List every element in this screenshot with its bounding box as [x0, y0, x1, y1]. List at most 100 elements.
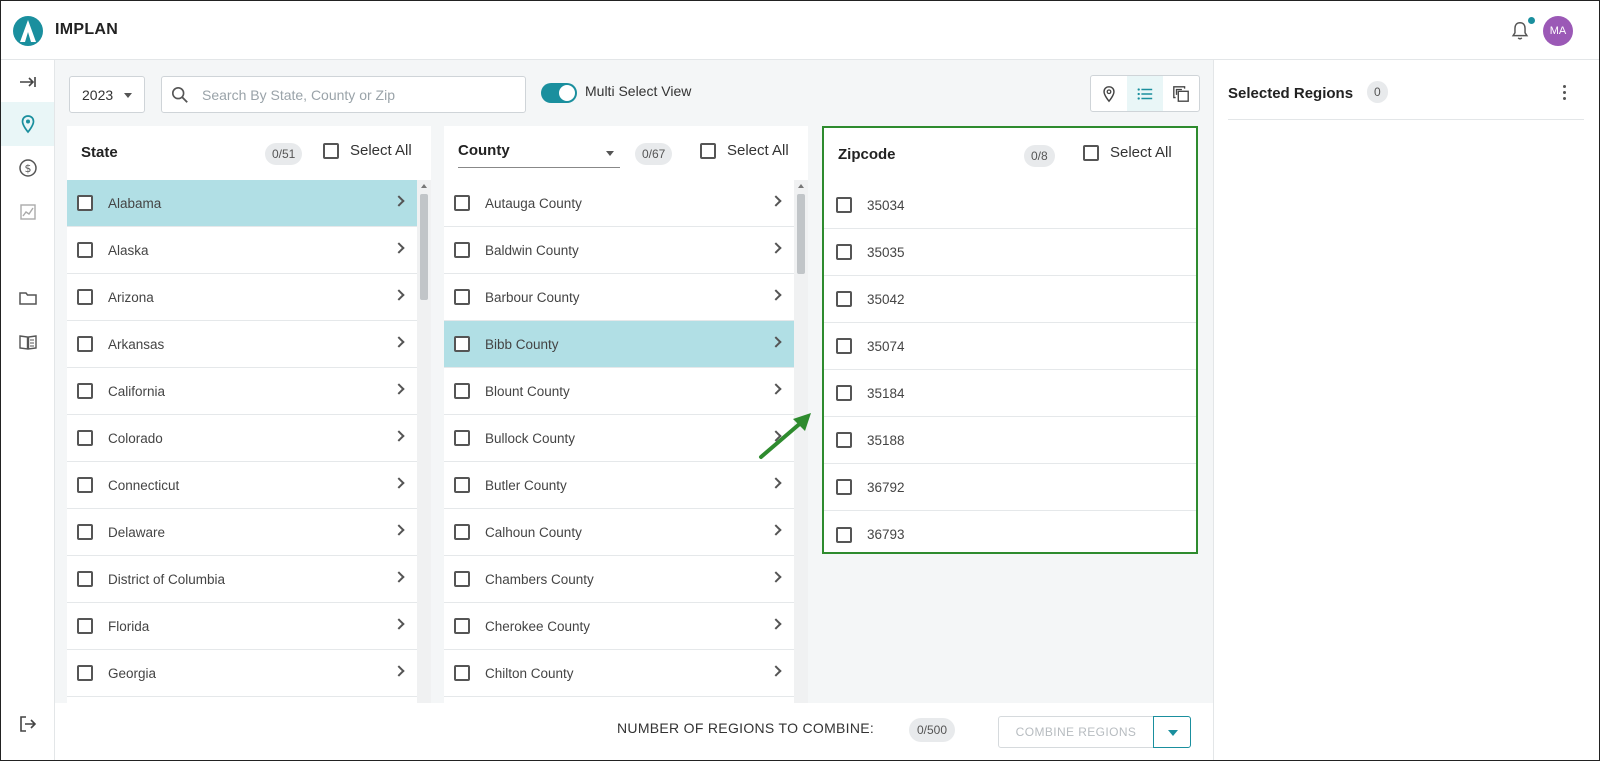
state-select-all[interactable]: Select All	[323, 142, 412, 159]
state-row[interactable]: California	[67, 368, 417, 415]
checkbox[interactable]	[77, 195, 93, 211]
zipcode-row[interactable]: 35074	[824, 323, 1196, 370]
county-row[interactable]: Barbour County	[444, 274, 794, 321]
nav-results[interactable]	[1, 190, 54, 234]
state-row[interactable]: Alabama	[67, 180, 417, 227]
zipcode-row[interactable]: 35184	[824, 370, 1196, 417]
state-row[interactable]: Delaware	[67, 509, 417, 556]
zipcode-row[interactable]: 36792	[824, 464, 1196, 511]
checkbox[interactable]	[836, 291, 852, 307]
checkbox[interactable]	[454, 430, 470, 446]
checkbox[interactable]	[1083, 144, 1099, 161]
checkbox[interactable]	[836, 338, 852, 354]
chevron-right-icon[interactable]	[393, 571, 405, 583]
state-row[interactable]: Arizona	[67, 274, 417, 321]
chevron-right-icon[interactable]	[393, 665, 405, 677]
zipcode-row[interactable]: 36793	[824, 511, 1196, 552]
county-row[interactable]: Cherokee County	[444, 603, 794, 650]
checkbox[interactable]	[77, 242, 93, 258]
chevron-right-icon[interactable]	[393, 383, 405, 395]
chevron-right-icon[interactable]	[393, 524, 405, 536]
checkbox[interactable]	[454, 665, 470, 681]
county-row[interactable]: Autauga County	[444, 180, 794, 227]
chevron-right-icon[interactable]	[393, 430, 405, 442]
chevron-right-icon[interactable]	[393, 242, 405, 254]
logout-button[interactable]	[1, 702, 54, 746]
year-select[interactable]: 2023	[69, 76, 145, 113]
chevron-right-icon[interactable]	[770, 524, 782, 536]
checkbox[interactable]	[836, 197, 852, 213]
checkbox[interactable]	[454, 289, 470, 305]
nav-economics[interactable]: $	[1, 146, 54, 190]
chevron-right-icon[interactable]	[770, 618, 782, 630]
chevron-right-icon[interactable]	[393, 195, 405, 207]
checkbox[interactable]	[454, 618, 470, 634]
state-row[interactable]: Georgia	[67, 650, 417, 697]
county-scrollbar[interactable]	[794, 180, 808, 756]
state-row[interactable]: Alaska	[67, 227, 417, 274]
state-row[interactable]: Florida	[67, 603, 417, 650]
checkbox[interactable]	[836, 479, 852, 495]
user-avatar[interactable]: MA	[1543, 16, 1573, 46]
checkbox[interactable]	[454, 524, 470, 540]
expand-nav-button[interactable]	[1, 60, 54, 104]
chevron-right-icon[interactable]	[393, 289, 405, 301]
checkbox[interactable]	[836, 385, 852, 401]
county-row[interactable]: Chambers County	[444, 556, 794, 603]
chevron-right-icon[interactable]	[770, 383, 782, 395]
checkbox[interactable]	[454, 242, 470, 258]
more-options-icon[interactable]	[1554, 82, 1574, 102]
chevron-right-icon[interactable]	[770, 430, 782, 442]
multi-select-toggle[interactable]	[541, 83, 577, 103]
checkbox[interactable]	[77, 383, 93, 399]
county-row[interactable]: Chilton County	[444, 650, 794, 697]
checkbox[interactable]	[77, 524, 93, 540]
county-row[interactable]: Bibb County	[444, 321, 794, 368]
search-input[interactable]	[202, 83, 512, 107]
county-select-all[interactable]: Select All	[700, 142, 789, 159]
scroll-up-arrow[interactable]	[798, 184, 804, 188]
chevron-right-icon[interactable]	[393, 477, 405, 489]
nav-projects[interactable]	[1, 276, 54, 320]
checkbox[interactable]	[836, 526, 852, 543]
map-view-button[interactable]	[1091, 76, 1127, 111]
nav-help[interactable]	[1, 320, 54, 364]
zipcode-row[interactable]: 35042	[824, 276, 1196, 323]
notification-bell-icon[interactable]	[1509, 20, 1531, 42]
checkbox[interactable]	[700, 142, 716, 159]
checkbox[interactable]	[77, 618, 93, 634]
zipcode-select-all[interactable]: Select All	[1083, 144, 1172, 161]
checkbox[interactable]	[323, 142, 339, 159]
scroll-thumb[interactable]	[797, 194, 805, 274]
checkbox[interactable]	[836, 432, 852, 448]
chevron-right-icon[interactable]	[393, 618, 405, 630]
zipcode-row[interactable]: 35034	[824, 182, 1196, 229]
checkbox[interactable]	[454, 383, 470, 399]
checkbox[interactable]	[454, 477, 470, 493]
checkbox[interactable]	[454, 195, 470, 211]
chevron-right-icon[interactable]	[770, 195, 782, 207]
combine-options-dropdown[interactable]	[1153, 716, 1191, 748]
checkbox[interactable]	[454, 571, 470, 587]
county-level-select[interactable]: County	[458, 142, 620, 168]
combine-regions-button[interactable]: COMBINE REGIONS	[998, 716, 1154, 748]
county-row[interactable]: Calhoun County	[444, 509, 794, 556]
state-row[interactable]: Arkansas	[67, 321, 417, 368]
combined-view-button[interactable]	[1163, 76, 1199, 111]
state-row[interactable]: District of Columbia	[67, 556, 417, 603]
nav-regions[interactable]	[1, 102, 54, 146]
state-scrollbar[interactable]	[417, 180, 431, 756]
chevron-right-icon[interactable]	[393, 336, 405, 348]
scroll-up-arrow[interactable]	[421, 184, 427, 188]
zipcode-row[interactable]: 35188	[824, 417, 1196, 464]
county-row[interactable]: Baldwin County	[444, 227, 794, 274]
checkbox[interactable]	[454, 336, 470, 352]
checkbox[interactable]	[77, 430, 93, 446]
scroll-thumb[interactable]	[420, 194, 428, 300]
state-row[interactable]: Connecticut	[67, 462, 417, 509]
checkbox[interactable]	[77, 665, 93, 681]
checkbox[interactable]	[77, 571, 93, 587]
chevron-right-icon[interactable]	[770, 571, 782, 583]
checkbox[interactable]	[77, 336, 93, 352]
zipcode-row[interactable]: 35035	[824, 229, 1196, 276]
